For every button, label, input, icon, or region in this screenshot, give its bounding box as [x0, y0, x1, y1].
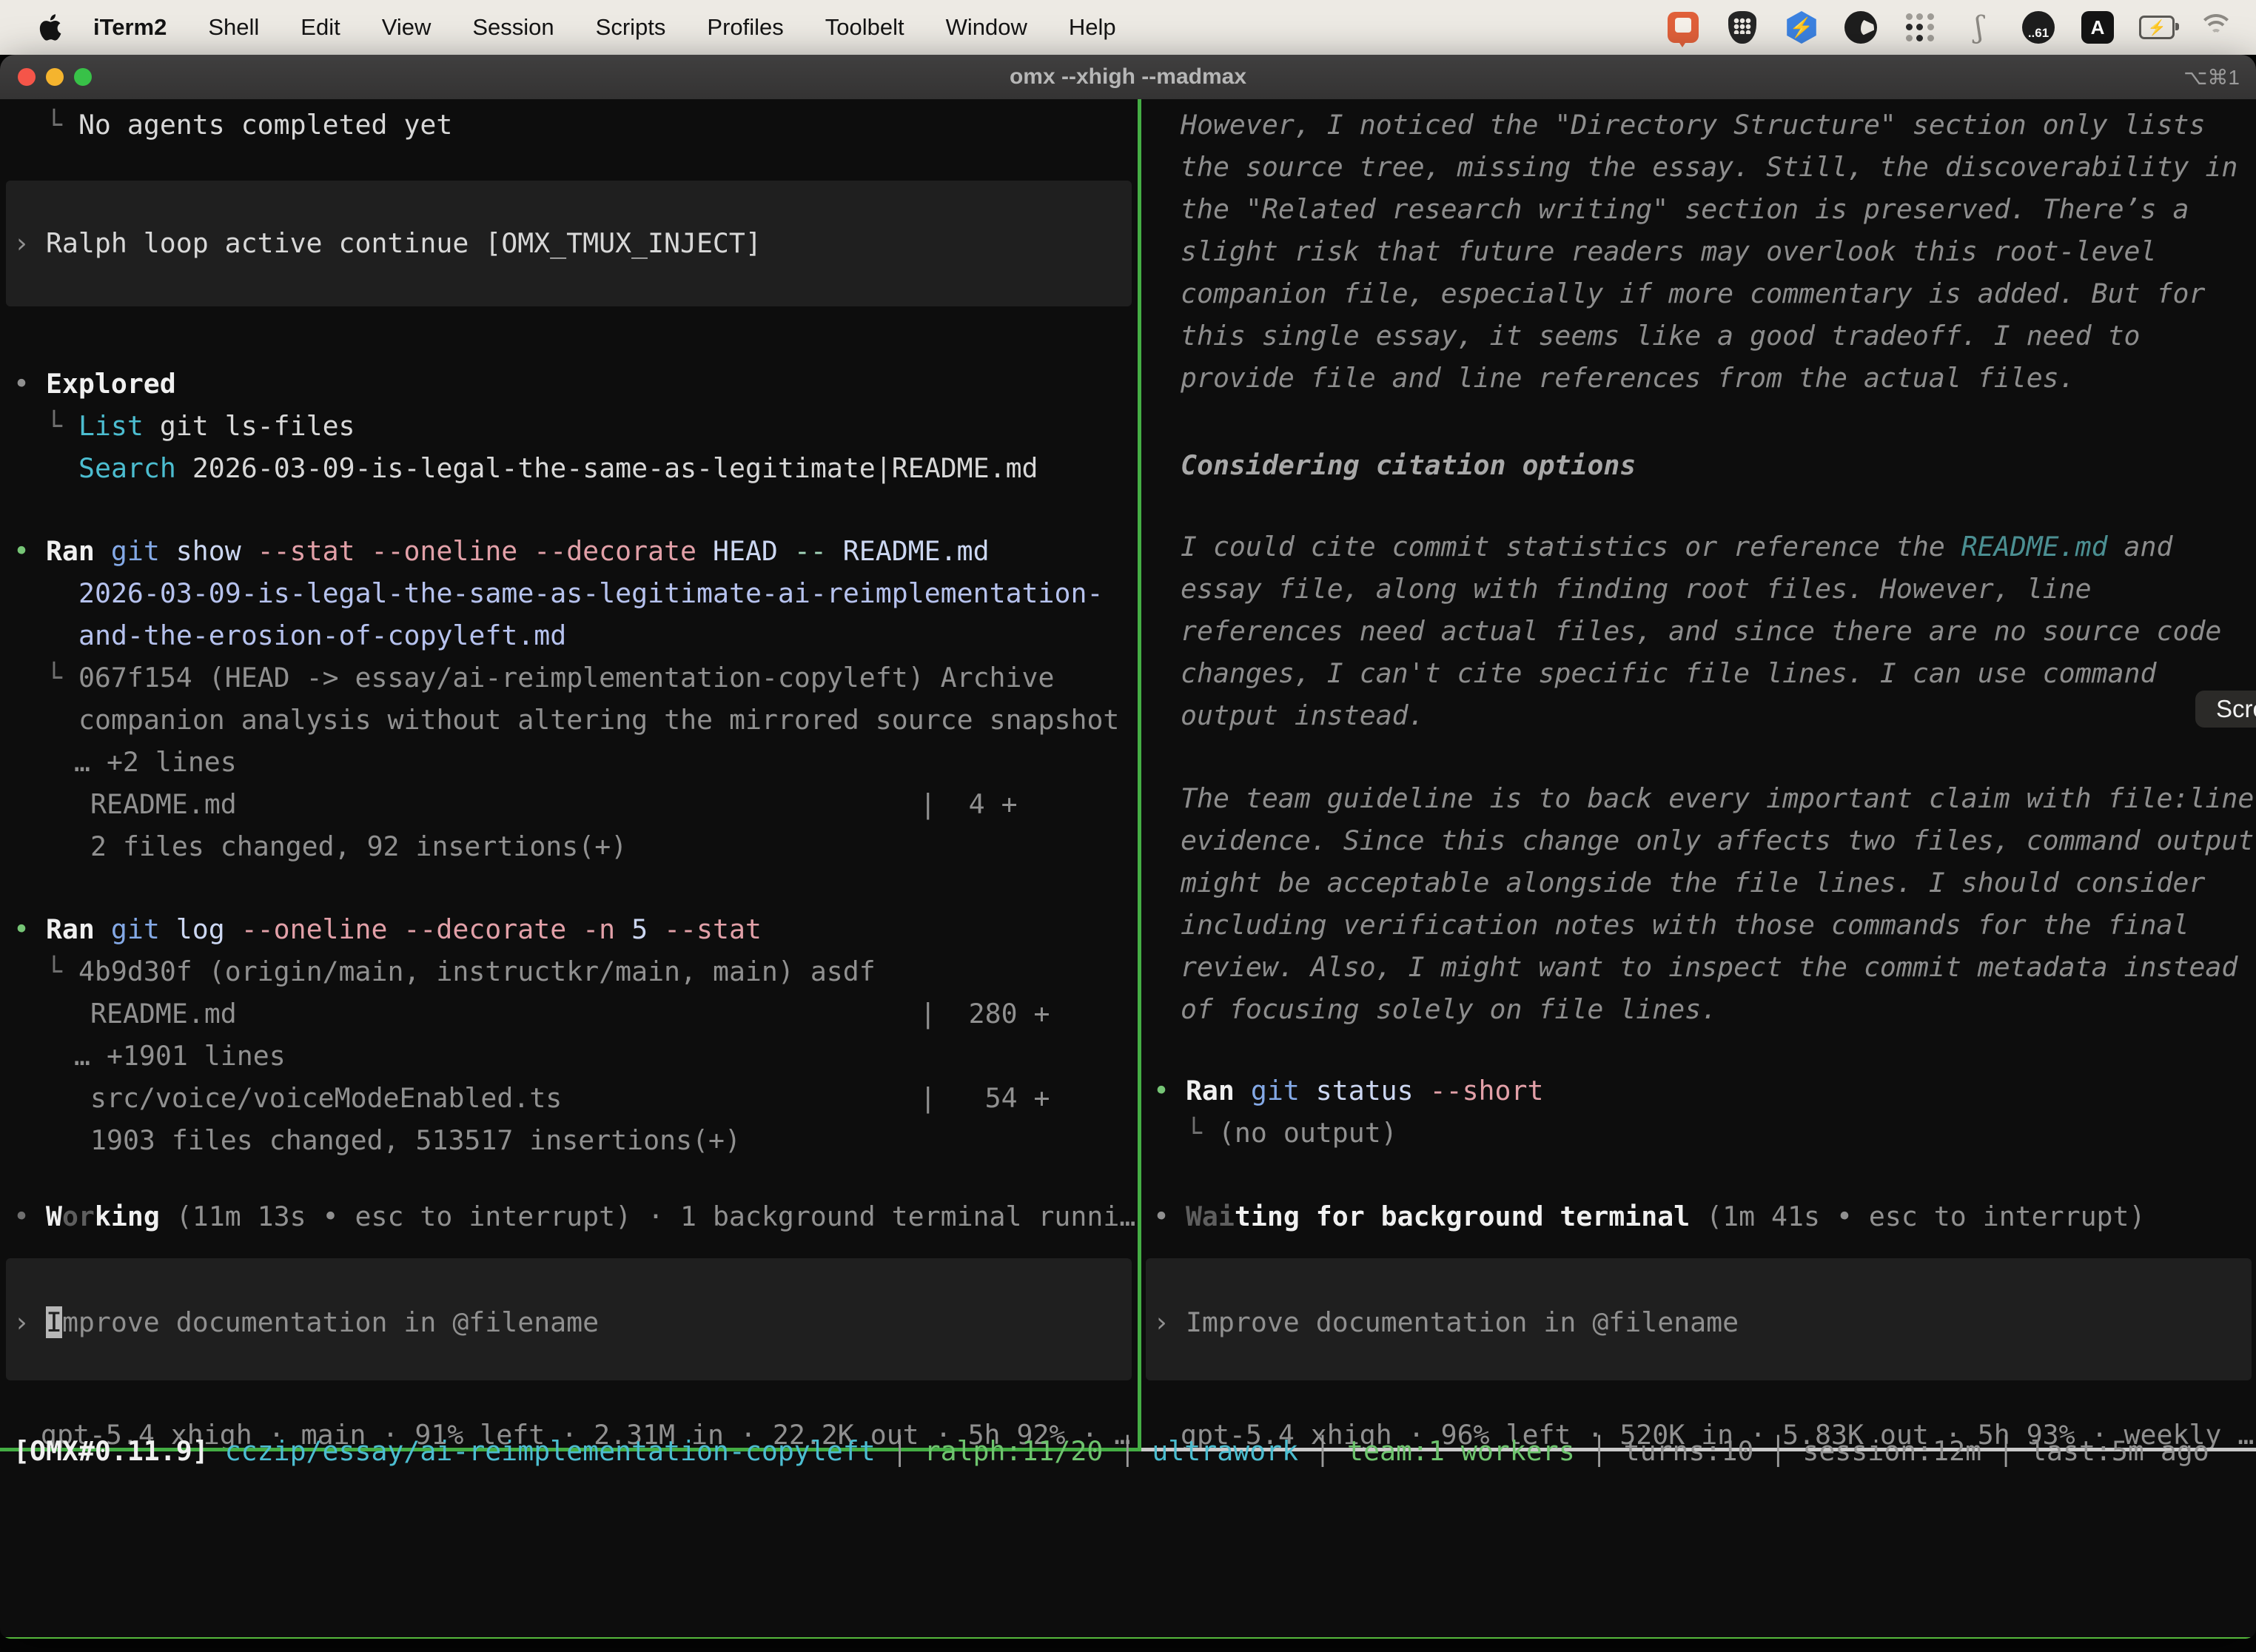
terminal-line: • Ran git show --stat --oneline --decora…	[13, 534, 990, 568]
terminal-line: • Working (11m 13s • esc to interrupt) ·…	[13, 1200, 1135, 1234]
terminal-line: └ (no output)	[1186, 1116, 1397, 1150]
screen-share-overlay[interactable]: Scre	[2195, 691, 2256, 728]
terminal-line: gpt-5.4 xhigh · 96% left · 520K in · 5.8…	[1181, 1418, 2254, 1448]
menu-item-toolbelt[interactable]: Toolbelt	[825, 14, 904, 41]
wifi-icon[interactable]	[2198, 10, 2234, 45]
dark-pie-icon[interactable]	[1843, 10, 1879, 45]
menu-item-iterm2[interactable]: iTerm2	[93, 14, 167, 41]
apple-logo-icon[interactable]	[36, 10, 65, 45]
terminal-line: gpt-5.4 xhigh · main · 91% left · 2.31M …	[41, 1418, 1130, 1448]
tmux-status-bar: [omx-cczip0:bash* "MacBook-Pro-44.local"…	[0, 1637, 2256, 1639]
menu-items: iTerm2 Shell Edit View Session Scripts Profile…	[93, 14, 1116, 41]
terminal-line: … +1901 lines	[74, 1039, 286, 1073]
menu-item-help[interactable]: Help	[1069, 14, 1116, 41]
iterm-window: omx --xhigh --madmax ⌥⌘1 └ No agents com…	[0, 55, 2256, 1639]
active-pane-border	[0, 1448, 1141, 1451]
battery-percent-circle-icon[interactable]: ..61	[2021, 10, 2056, 45]
terminal-line: • Explored	[13, 367, 176, 401]
terminal-line: I could cite commit statistics or refere…	[1181, 530, 2172, 564]
terminal-line: changes, I can't cite specific file line…	[1181, 657, 2157, 691]
terminal-line: including verification notes with those …	[1181, 908, 2189, 942]
chat-app-icon[interactable]	[1665, 10, 1701, 45]
window-title: omx --xhigh --madmax	[0, 64, 2256, 90]
terminal-line: slight risk that future readers may over…	[1181, 235, 2157, 269]
terminal-line: companion file, especially if more comme…	[1181, 277, 2205, 311]
terminal-line: … +2 lines	[74, 745, 237, 779]
window-shortcut-badge: ⌥⌘1	[2183, 55, 2240, 99]
terminal-line: the "Related research writing" section i…	[1181, 192, 2189, 226]
terminal-line: └ No agents completed yet	[46, 108, 452, 142]
terminal-line: essay file, along with finding root file…	[1181, 572, 2092, 606]
shield-grid-icon[interactable]	[1725, 10, 1760, 45]
menu-item-window[interactable]: Window	[946, 14, 1027, 41]
terminal-line: However, I noticed the "Directory Struct…	[1181, 108, 2205, 142]
terminal-line: src/voice/voiceModeEnabled.ts | 54 +	[90, 1081, 1050, 1115]
terminal-line: 1903 files changed, 513517 insertions(+)	[90, 1124, 741, 1158]
menu-item-edit[interactable]: Edit	[301, 14, 340, 41]
menu-bar: iTerm2 Shell Edit View Session Scripts Profile…	[0, 0, 2256, 55]
left-terminal-pane[interactable]: └ No agents completed yet › Ralph loop ac…	[0, 99, 1138, 1448]
terminal-line: references need actual files, and since …	[1181, 614, 2221, 648]
terminal-line: └ 4b9d30f (origin/main, instructkr/main,…	[46, 955, 876, 989]
terminal-line: the source tree, missing the essay. Stil…	[1181, 150, 2237, 184]
terminal-line: review. Also, I might want to inspect th…	[1181, 950, 2237, 984]
terminal-line: └ 067f154 (HEAD -> essay/ai-reimplementa…	[46, 661, 1054, 695]
terminal-line: › Improve documentation in @filename	[1153, 1306, 1739, 1340]
screen-share-overlay-label: Scre	[2216, 695, 2256, 723]
menu-item-view[interactable]: View	[382, 14, 432, 41]
menu-status-icons: ⚡ ʃ ..61 A ⚡	[1665, 10, 2234, 45]
menu-item-profiles[interactable]: Profiles	[707, 14, 783, 41]
window-title-bar[interactable]: omx --xhigh --madmax ⌥⌘1	[0, 55, 2256, 99]
terminal-line: • Ran git status --short	[1153, 1074, 1543, 1108]
terminal-line: › Ralph loop active continue [OMX_TMUX_I…	[13, 226, 762, 261]
terminal-line: • Waiting for background terminal (1m 41…	[1153, 1200, 2145, 1234]
terminal-area: └ No agents completed yet › Ralph loop ac…	[0, 99, 2256, 1593]
terminal-line: The team guideline is to back every impo…	[1181, 782, 2254, 816]
terminal-line: 2026-03-09-is-legal-the-same-as-legitima…	[78, 577, 1103, 611]
menu-item-scripts[interactable]: Scripts	[596, 14, 666, 41]
terminal-line: companion analysis without altering the …	[78, 703, 1119, 737]
inactive-pane-border	[1141, 1448, 2256, 1451]
hook-icon[interactable]: ʃ	[1961, 10, 1997, 45]
terminal-line: evidence. Since this change only affects…	[1181, 824, 2254, 858]
terminal-line: › Improve documentation in @filename	[13, 1306, 599, 1340]
terminal-line: README.md | 4 +	[90, 788, 1018, 822]
terminal-line: output instead.	[1181, 699, 1425, 733]
blue-badge-icon[interactable]: ⚡	[1784, 10, 1819, 45]
terminal-line: and-the-erosion-of-copyleft.md	[78, 619, 566, 653]
terminal-line: of focusing solely on file lines.	[1181, 993, 1717, 1027]
right-terminal-pane[interactable]: However, I noticed the "Directory Struct…	[1144, 99, 2256, 1448]
menu-item-shell[interactable]: Shell	[208, 14, 259, 41]
dots-grid-icon[interactable]	[1902, 10, 1938, 45]
menu-item-session[interactable]: Session	[472, 14, 554, 41]
terminal-line: README.md | 280 +	[90, 997, 1050, 1031]
battery-charging-icon[interactable]: ⚡	[2139, 10, 2175, 45]
terminal-line: Search 2026-03-09-is-legal-the-same-as-l…	[78, 451, 1038, 486]
terminal-line: └ List git ls-files	[46, 409, 355, 443]
assistant-a-icon[interactable]: A	[2080, 10, 2115, 45]
terminal-line: might be acceptable alongside the file l…	[1181, 866, 2205, 900]
pane-divider[interactable]	[1138, 99, 1141, 1451]
terminal-line: Considering citation options	[1181, 449, 1636, 483]
terminal-line: 2 files changed, 92 insertions(+)	[90, 830, 627, 864]
terminal-line: provide file and line references from th…	[1181, 361, 2075, 395]
terminal-line: • Ran git log --oneline --decorate -n 5 …	[13, 913, 762, 947]
terminal-line: this single essay, it seems like a good …	[1181, 319, 2141, 353]
